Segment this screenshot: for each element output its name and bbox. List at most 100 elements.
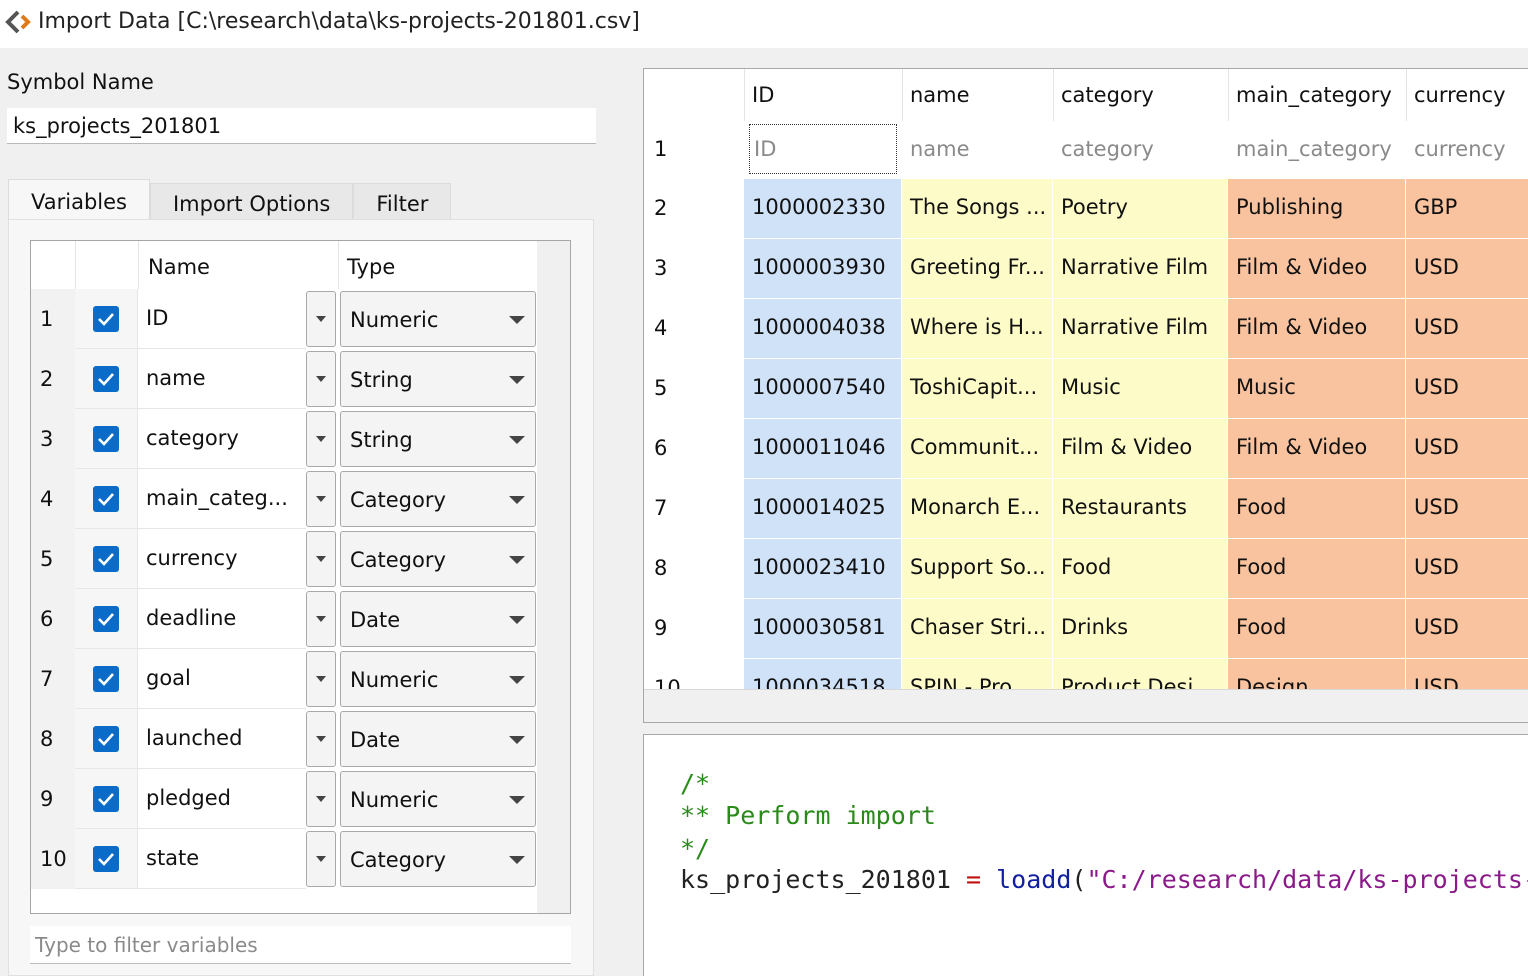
preview-cell[interactable]: USD [1406,359,1528,419]
preview-cell[interactable]: Music [1053,359,1228,419]
preview-cell[interactable]: 1000004038 [744,299,902,359]
preview-cell[interactable]: USD [1406,299,1528,359]
preview-cell[interactable]: Narrative Film [1053,239,1228,299]
preview-cell[interactable]: Where is H... [902,299,1053,359]
preview-cell[interactable]: Greeting Fr... [902,239,1053,299]
preview-cell[interactable]: USD [1406,659,1528,689]
variable-type-select[interactable]: Numeric [340,651,536,707]
preview-column-header[interactable]: main_category [1228,83,1392,107]
include-checkbox[interactable] [93,306,119,332]
variable-row[interactable]: 10 state Category [31,829,537,889]
preview-cell[interactable]: Monarch E... [902,479,1053,539]
column-header-type[interactable]: Type [347,255,395,279]
preview-cell[interactable]: 1000003930 [744,239,902,299]
include-checkbox[interactable] [93,426,119,452]
variable-options-dropdown[interactable] [306,651,336,707]
preview-cell[interactable]: Food [1228,539,1406,599]
preview-cell[interactable]: GBP [1406,179,1528,239]
variable-row[interactable]: 4 main_categ... Category [31,469,537,529]
variable-name[interactable]: ID [138,289,306,349]
preview-cell[interactable]: 1000002330 [744,179,902,239]
variable-options-dropdown[interactable] [306,291,336,347]
variable-options-dropdown[interactable] [306,471,336,527]
preview-cell[interactable]: Chaser Stri... [902,599,1053,659]
preview-cell[interactable]: Product Desi... [1053,659,1228,689]
variable-name[interactable]: pledged [138,769,306,829]
preview-cell[interactable]: Support So... [902,539,1053,599]
variable-options-dropdown[interactable] [306,831,336,887]
variable-type-select[interactable]: Category [340,471,536,527]
variable-name[interactable]: name [138,349,306,409]
variable-type-select[interactable]: String [340,411,536,467]
preview-cell[interactable]: USD [1406,419,1528,479]
preview-header-name-cell[interactable]: currency [1406,121,1528,177]
preview-cell[interactable]: Film & Video [1228,419,1406,479]
preview-cell[interactable]: USD [1406,599,1528,659]
preview-cell[interactable]: 1000030581 [744,599,902,659]
variable-name[interactable]: goal [138,649,306,709]
include-checkbox[interactable] [93,846,119,872]
variable-name[interactable]: deadline [138,589,306,649]
variable-type-select[interactable]: String [340,351,536,407]
variable-type-select[interactable]: Category [340,531,536,587]
preview-header-name-cell[interactable]: ID [746,121,900,177]
preview-cell[interactable]: SPIN - Pro... [902,659,1053,689]
preview-cell[interactable]: USD [1406,239,1528,299]
variable-options-dropdown[interactable] [306,531,336,587]
symbol-name-input[interactable] [7,108,596,144]
filter-variables-input[interactable] [30,926,571,964]
preview-column-header[interactable]: ID [744,83,774,107]
preview-cell[interactable]: Food [1228,599,1406,659]
preview-cell[interactable]: Design [1228,659,1406,689]
preview-cell[interactable]: 1000023410 [744,539,902,599]
preview-cell[interactable]: 1000034518 [744,659,902,689]
preview-cell[interactable]: Narrative Film [1053,299,1228,359]
preview-cell[interactable]: 1000011046 [744,419,902,479]
preview-cell[interactable]: Restaurants [1053,479,1228,539]
preview-cell[interactable]: Publishing [1228,179,1406,239]
variable-row[interactable]: 1 ID Numeric [31,289,537,349]
preview-cell[interactable]: USD [1406,479,1528,539]
variable-row[interactable]: 8 launched Date [31,709,537,769]
tab-filter[interactable]: Filter [353,183,452,223]
preview-cell[interactable]: Food [1053,539,1228,599]
variable-row[interactable]: 7 goal Numeric [31,649,537,709]
variable-type-select[interactable]: Date [340,711,536,767]
preview-cell[interactable]: Food [1228,479,1406,539]
preview-cell[interactable]: USD [1406,539,1528,599]
tab-variables[interactable]: Variables [8,179,150,223]
variable-options-dropdown[interactable] [306,711,336,767]
include-checkbox[interactable] [93,546,119,572]
variable-type-select[interactable]: Date [340,591,536,647]
variable-row[interactable]: 3 category String [31,409,537,469]
preview-cell[interactable]: Film & Video [1053,419,1228,479]
include-checkbox[interactable] [93,486,119,512]
include-checkbox[interactable] [93,366,119,392]
variable-type-select[interactable]: Numeric [340,291,536,347]
preview-column-header[interactable]: currency [1406,83,1506,107]
preview-cell[interactable]: Drinks [1053,599,1228,659]
tab-import-options[interactable]: Import Options [149,183,354,223]
variable-row[interactable]: 9 pledged Numeric [31,769,537,829]
include-checkbox[interactable] [93,786,119,812]
variable-name[interactable]: main_categ... [138,469,306,529]
include-checkbox[interactable] [93,666,119,692]
variable-options-dropdown[interactable] [306,411,336,467]
include-checkbox[interactable] [93,606,119,632]
variable-name[interactable]: category [138,409,306,469]
variable-row[interactable]: 6 deadline Date [31,589,537,649]
variable-type-select[interactable]: Category [340,831,536,887]
preview-cell[interactable]: Film & Video [1228,239,1406,299]
variable-name[interactable]: currency [138,529,306,589]
preview-header-name-cell[interactable]: name [902,121,1053,177]
horizontal-scrollbar[interactable] [644,689,1528,722]
variable-type-select[interactable]: Numeric [340,771,536,827]
preview-cell[interactable]: 1000014025 [744,479,902,539]
preview-header-name-cell[interactable]: category [1053,121,1228,177]
preview-column-header[interactable]: category [1053,83,1154,107]
variable-name[interactable]: launched [138,709,306,769]
preview-column-header[interactable]: name [902,83,970,107]
variable-row[interactable]: 2 name String [31,349,537,409]
preview-cell[interactable]: Music [1228,359,1406,419]
include-checkbox[interactable] [93,726,119,752]
